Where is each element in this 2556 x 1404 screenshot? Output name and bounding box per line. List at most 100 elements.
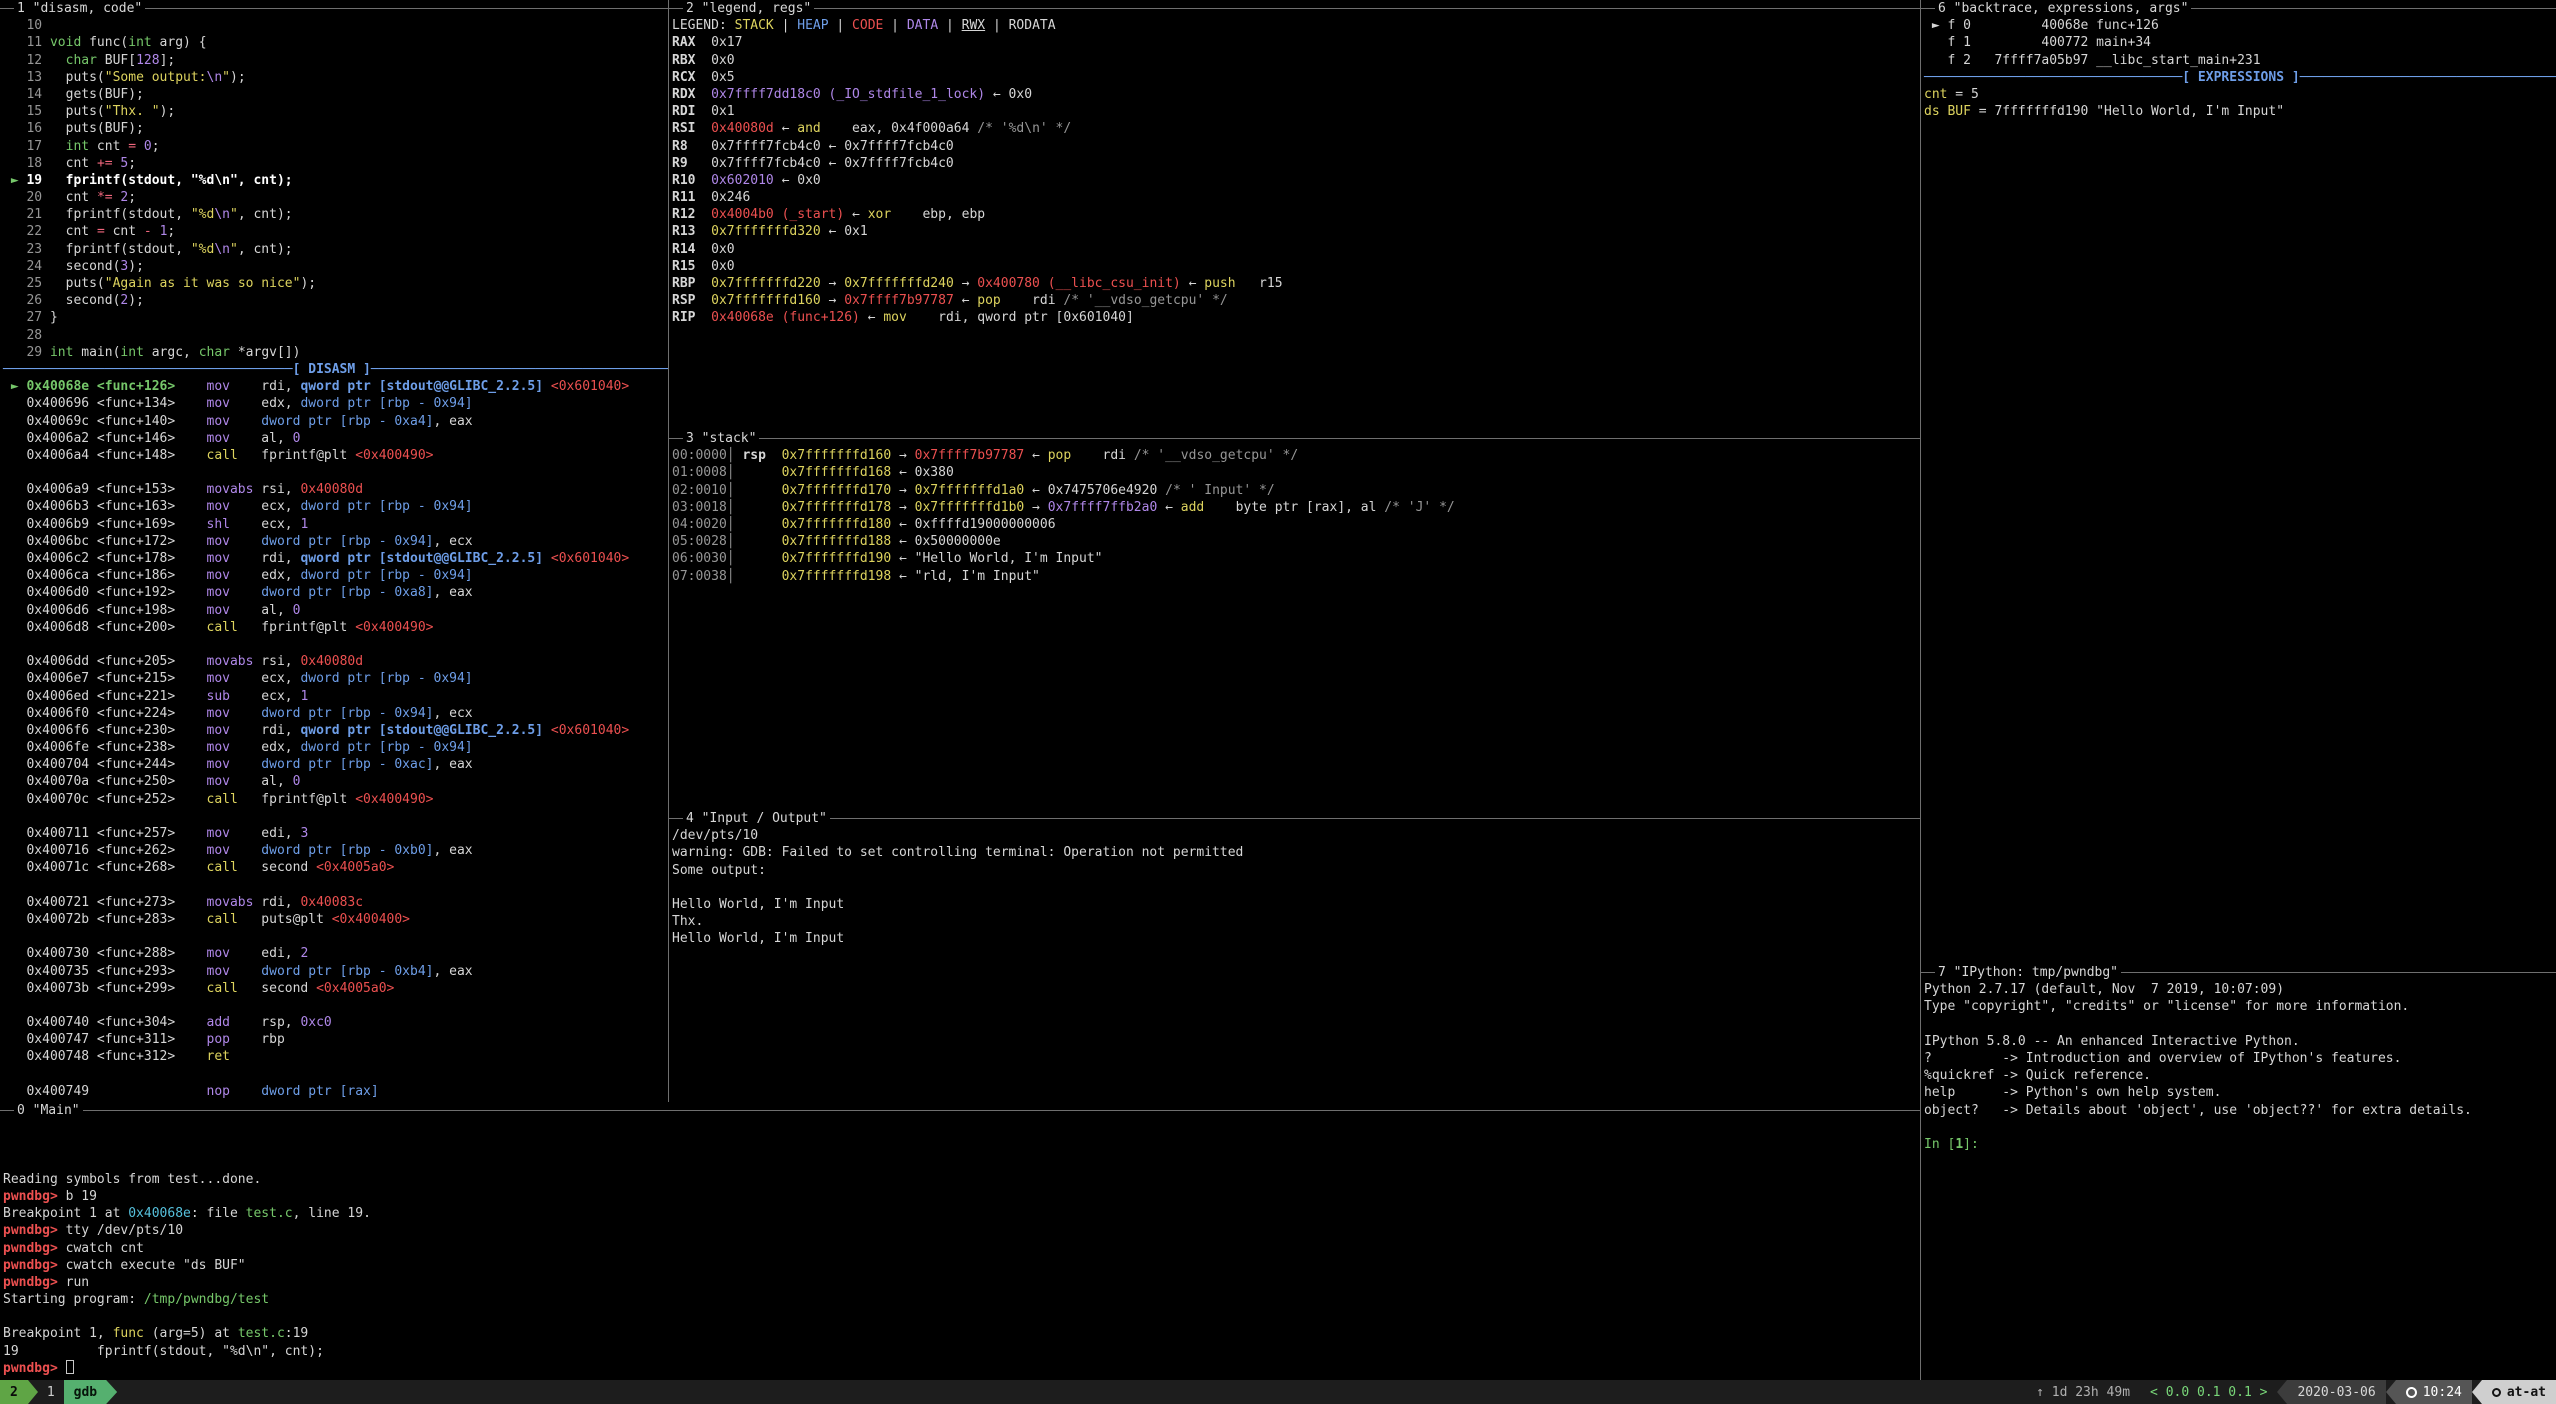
- text-segment: 0x400740 <func+304>: [3, 1015, 207, 1030]
- text-segment: [735, 483, 782, 498]
- terminal-line: 04:0020│ 0x7fffffffd180 ← 0xffffd1900000…: [672, 516, 1920, 533]
- text-segment: b 19: [66, 1189, 97, 1204]
- pane-border-segment: [669, 430, 683, 447]
- text-segment: arg) {: [152, 35, 207, 50]
- watch-expressions: cnt = 5ds BUF = 7fffffffd190 "Hello Worl…: [1921, 86, 2556, 120]
- hostname-value: at-at: [2507, 1385, 2546, 1400]
- text-segment: mov: [207, 551, 230, 566]
- text-segment: 23: [3, 242, 50, 257]
- terminal-line: 03:0018│ 0x7fffffffd178 → 0x7fffffffd1b0…: [672, 499, 1920, 516]
- terminal-line: RDX 0x7ffff7dd18c0 (_IO_stdfile_1_lock) …: [672, 86, 1920, 103]
- pane-border-line: [814, 0, 1920, 17]
- text-segment: <0x4005a0>: [316, 860, 394, 875]
- text-segment: 0x400780 (__libc_csu_init): [977, 276, 1181, 291]
- text-segment: mov: [207, 740, 230, 755]
- text-segment: ──────────────────────────────────────: [371, 362, 668, 377]
- text-segment: [230, 843, 261, 858]
- pane-title-ipython: 7 "IPython: tmp/pwndbg": [1921, 964, 2556, 981]
- pane-border-vertical[interactable]: [1920, 0, 1921, 1380]
- terminal-line: 21 fprintf(stdout, "%d\n", cnt);: [3, 206, 668, 223]
- text-segment: [695, 121, 711, 136]
- text-segment: R10: [672, 173, 695, 188]
- text-segment: RDX: [672, 87, 695, 102]
- text-segment: RIP: [672, 310, 695, 325]
- text-segment: ;: [128, 190, 136, 205]
- text-segment: puts(: [50, 276, 105, 291]
- text-segment: ←: [844, 207, 867, 222]
- terminal-line: 17 int cnt = 0;: [3, 138, 668, 155]
- text-segment: <0x4005a0>: [316, 981, 394, 996]
- terminal-line: ─────────────────────────────────[ EXPRE…: [1924, 69, 2556, 86]
- text-segment: puts(: [50, 104, 105, 119]
- text-segment: RSP: [672, 293, 695, 308]
- terminal-line: 02:0010│ 0x7fffffffd170 → 0x7fffffffd1a0…: [672, 482, 1920, 499]
- gdb-console[interactable]: Reading symbols from test...done.pwndbg>…: [0, 1119, 1920, 1377]
- text-segment: [695, 173, 711, 188]
- text-segment: →: [821, 293, 844, 308]
- text-segment: mov: [207, 774, 230, 789]
- terminal-line: R12 0x4004b0 (_start) ← xor ebp, ebp: [672, 206, 1920, 223]
- text-segment: │: [727, 465, 735, 480]
- pane-backtrace-expressions[interactable]: 6 "backtrace, expressions, args" ► f 0 4…: [1921, 0, 2556, 964]
- terminal-line: 0x4006dd <func+205> movabs rsi, 0x40080d: [3, 653, 668, 670]
- terminal-line: 00:0000│ rsp 0x7fffffffd160 → 0x7ffff7b9…: [672, 447, 1920, 464]
- text-segment: 0x4006ed <func+221>: [3, 689, 207, 704]
- text-segment: mov: [207, 671, 230, 686]
- text-segment: pwndbg>: [3, 1223, 66, 1238]
- text-segment: │: [727, 517, 735, 532]
- text-segment: "Thx. ": [105, 104, 160, 119]
- text-segment: warning: GDB: Failed to set controlling …: [672, 845, 1243, 860]
- text-segment: 128: [136, 53, 159, 68]
- terminal-line: 27 }: [3, 309, 668, 326]
- terminal-line: 0x4006c2 <func+178> mov rdi, qword ptr […: [3, 550, 668, 567]
- text-segment: Hello World, I'm Input: [672, 931, 844, 946]
- terminal-line: RSP 0x7fffffffd160 → 0x7ffff7b97787 ← po…: [672, 292, 1920, 309]
- pane-main[interactable]: 0 "Main" Reading symbols from test...don…: [0, 1102, 1920, 1380]
- pane-ipython[interactable]: 7 "IPython: tmp/pwndbg" Python 2.7.17 (d…: [1921, 964, 2556, 1380]
- text-segment: rsp: [735, 448, 766, 463]
- text-segment: 0x7ffff7b97787: [915, 448, 1025, 463]
- text-segment: rbp: [230, 1032, 285, 1047]
- terminal-line: [3, 928, 668, 945]
- window-tab-gdb[interactable]: gdb: [64, 1380, 117, 1404]
- text-segment: CODE: [852, 18, 883, 33]
- load-average: < 0.0 0.1 0.1 >: [2140, 1385, 2277, 1400]
- text-segment: 19 fprintf(stdout, "%d\n", cnt);: [3, 1344, 324, 1359]
- text-segment: [230, 1049, 261, 1064]
- text-segment: 00:0000: [672, 448, 727, 463]
- text-segment: );: [160, 104, 176, 119]
- text-segment: |: [774, 18, 797, 33]
- terminal-line: Breakpoint 1, func (arg=5) at test.c:19: [3, 1325, 1920, 1342]
- text-segment: func: [113, 1326, 144, 1341]
- pane-disasm-code[interactable]: 1 "disasm, code" 10 11 void func(int arg…: [0, 0, 668, 1102]
- text-segment: │: [727, 500, 735, 515]
- text-segment: ← 0x7475706e4920: [1024, 483, 1165, 498]
- load-close-bracket: >: [2260, 1385, 2268, 1400]
- text-segment: Breakpoint 1,: [3, 1326, 113, 1341]
- terminal-line: [3, 808, 668, 825]
- text-segment: 1: [300, 689, 308, 704]
- pane-border-vertical[interactable]: [668, 0, 669, 1102]
- text-segment: [735, 534, 782, 549]
- pane-legend-regs[interactable]: 2 "legend, regs" LEGEND: STACK | HEAP | …: [669, 0, 1920, 430]
- pane-title-label: 6 "backtrace, expressions, args": [1935, 0, 2191, 17]
- text-segment: │: [727, 551, 735, 566]
- text-segment: 0x7ffff7b97787: [844, 293, 954, 308]
- text-segment: second: [238, 860, 316, 875]
- terminal-line: 0x40070a <func+250> mov al, 0: [3, 773, 668, 790]
- text-segment: 0x5: [695, 70, 734, 85]
- text-segment: ←: [954, 293, 977, 308]
- pane-stack[interactable]: 3 "stack" 00:0000│ rsp 0x7fffffffd160 → …: [669, 430, 1920, 810]
- text-segment: 0x40080d: [300, 654, 363, 669]
- text-segment: R12: [672, 207, 695, 222]
- pane-input-output[interactable]: 4 "Input / Output" /dev/pts/10warning: G…: [669, 810, 1920, 1102]
- terminal-line: [1924, 1119, 2556, 1136]
- text-segment: 0x400716 <func+262>: [3, 843, 207, 858]
- text-segment: ► f 0 40068e func+126: [1924, 18, 2159, 33]
- text-segment: mov: [207, 379, 230, 394]
- text-segment: sub: [207, 689, 230, 704]
- text-segment: 12: [3, 53, 50, 68]
- powerline-arrow-icon: [2386, 1380, 2396, 1404]
- powerline-arrow-icon: [2277, 1380, 2287, 1404]
- text-segment: shl: [207, 517, 230, 532]
